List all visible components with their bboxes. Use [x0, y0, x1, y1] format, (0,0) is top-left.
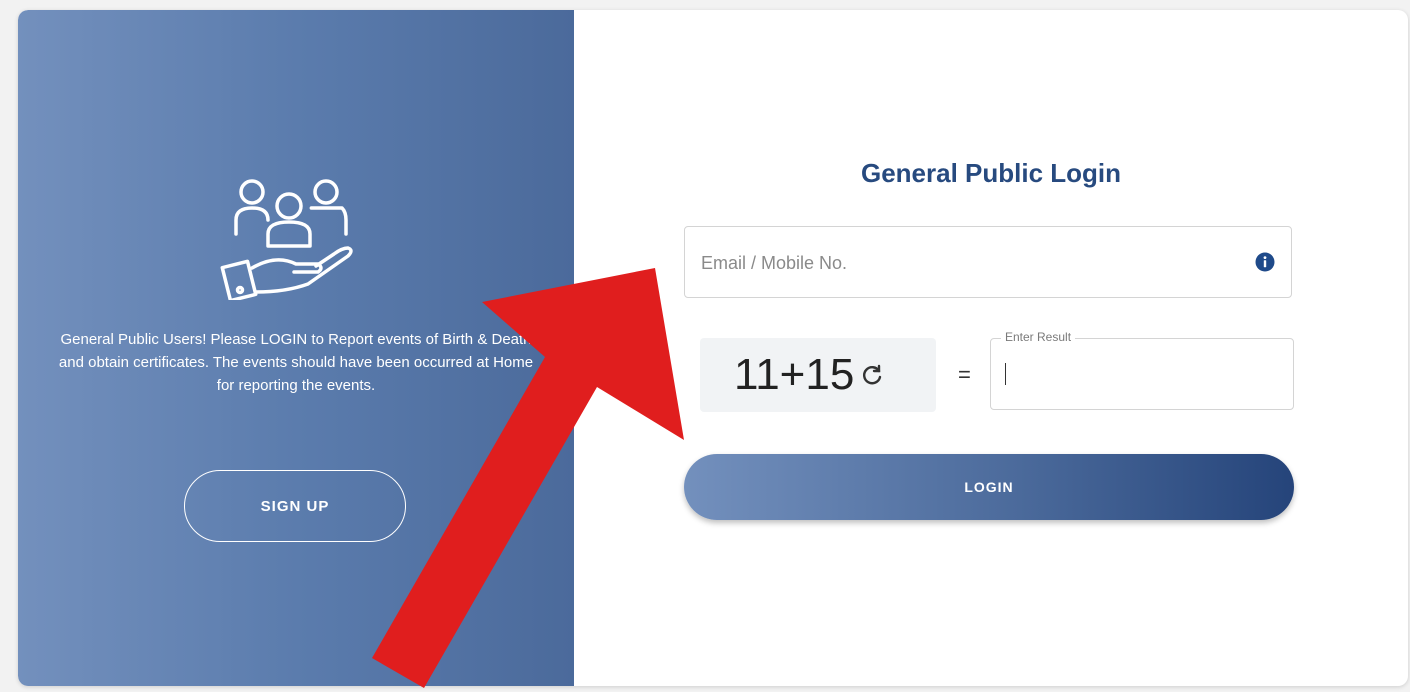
- info-icon[interactable]: [1255, 252, 1275, 272]
- people-on-hand-icon: [220, 179, 353, 300]
- captcha-display: 11+15: [700, 338, 936, 412]
- text-cursor: [1005, 363, 1006, 385]
- info-message: General Public Users! Please LOGIN to Re…: [58, 331, 534, 394]
- refresh-icon[interactable]: [860, 363, 884, 387]
- equals-sign: =: [958, 362, 971, 387]
- email-field[interactable]: [684, 226, 1292, 299]
- info-panel: General Public Users! Please LOGIN to Re…: [18, 10, 574, 686]
- result-input[interactable]: [1003, 339, 1287, 411]
- login-card: General Public Users! Please LOGIN to Re…: [18, 10, 1408, 686]
- login-button[interactable]: LOGIN: [684, 454, 1294, 520]
- signup-button[interactable]: SIGN UP: [184, 470, 406, 542]
- page-title: General Public Login: [860, 158, 1122, 188]
- captcha-result-field[interactable]: Enter Result: [990, 330, 1294, 411]
- email-input[interactable]: [699, 227, 1243, 299]
- captcha-expression: 11+15: [734, 350, 855, 399]
